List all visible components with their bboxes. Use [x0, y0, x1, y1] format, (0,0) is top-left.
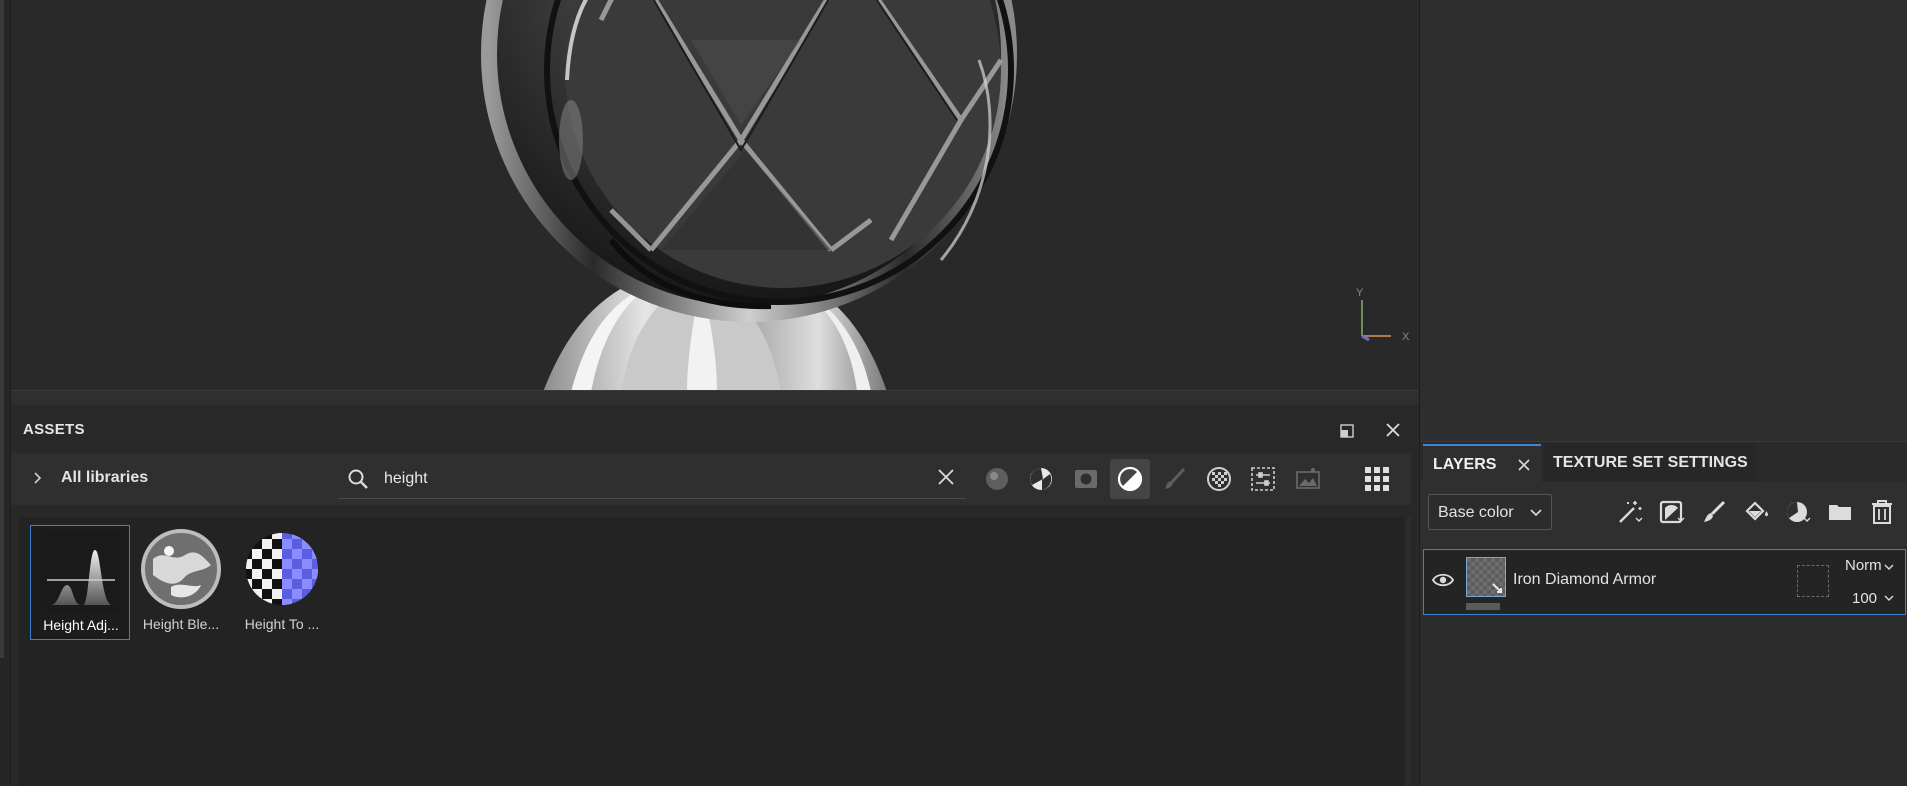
right-dock: LAYERS TEXTURE SET SETTINGS Base color I…: [1419, 0, 1907, 786]
left-edge-strip: [0, 0, 11, 786]
height-to-normal-thumbnail: [242, 529, 322, 609]
viewport-render: Y X: [481, 0, 1410, 390]
tab-layers[interactable]: LAYERS: [1423, 444, 1541, 482]
upper-dock-area: [1420, 0, 1907, 442]
materials-filter-icon[interactable]: [977, 459, 1017, 499]
chevron-down-icon[interactable]: [1884, 563, 1894, 571]
opacity-value[interactable]: 100: [1852, 590, 1877, 607]
layer-name[interactable]: Iron Diamond Armor: [1513, 571, 1656, 589]
search-box: [338, 459, 966, 499]
channel-value: Base color: [1438, 504, 1514, 521]
mask-slot[interactable]: [1797, 565, 1829, 597]
axis-y-label: Y: [1356, 287, 1364, 299]
layers-toolbar: Base color: [1420, 482, 1907, 546]
asset-tile[interactable]: Height Ble...: [131, 525, 231, 640]
add-effect-icon[interactable]: [1614, 496, 1646, 528]
search-input[interactable]: [384, 468, 884, 490]
close-tab-icon[interactable]: [1517, 458, 1531, 472]
layer-row[interactable]: Iron Diamond Armor Norm 100: [1423, 549, 1906, 615]
filters-filter-icon[interactable]: [1110, 459, 1150, 499]
chevron-down-icon: [1529, 506, 1543, 520]
height-blend-thumbnail: [141, 529, 221, 609]
axis-gizmo: Y X: [1356, 287, 1410, 343]
generators-filter-icon[interactable]: [1243, 459, 1283, 499]
tab-layers-label: LAYERS: [1433, 456, 1497, 473]
smart-materials-filter-icon[interactable]: [1021, 459, 1061, 499]
textures-filter-icon[interactable]: [1199, 459, 1239, 499]
height-adjust-thumbnail: [41, 530, 121, 610]
channel-dropdown[interactable]: Base color: [1428, 494, 1552, 530]
blend-mode-dropdown[interactable]: Norm: [1845, 557, 1882, 574]
close-icon[interactable]: [1384, 421, 1402, 439]
brushes-filter-icon[interactable]: [1155, 459, 1195, 499]
environments-filter-icon[interactable]: [1288, 459, 1328, 499]
add-smart-material-icon[interactable]: [1782, 496, 1814, 528]
assets-toolbar: All libraries: [11, 453, 1411, 505]
search-icon: [346, 467, 370, 491]
asset-tile[interactable]: Height Adj...: [30, 525, 130, 640]
assets-grid: Height Adj... Height Ble... Height To ..…: [19, 517, 1411, 786]
layer-thumbnail[interactable]: [1466, 557, 1506, 597]
eye-icon[interactable]: [1429, 566, 1457, 594]
asset-label: Height To ...: [244, 616, 320, 632]
layers-tab-bar: LAYERS TEXTURE SET SETTINGS: [1420, 442, 1907, 482]
asset-tile[interactable]: Height To ...: [232, 525, 332, 640]
add-fill-layer-icon[interactable]: [1740, 496, 1772, 528]
chevron-right-icon[interactable]: [32, 470, 44, 486]
layers-list-empty-area: [1420, 617, 1907, 786]
3d-viewport[interactable]: Y X: [11, 0, 1418, 390]
layer-mask-indicator: [1466, 603, 1500, 610]
add-folder-icon[interactable]: [1824, 496, 1856, 528]
add-mask-icon[interactable]: [1656, 496, 1688, 528]
panel-splitter[interactable]: [11, 390, 1418, 406]
assets-scrollbar[interactable]: [1405, 517, 1411, 786]
axis-x-label: X: [1402, 331, 1410, 343]
library-selector[interactable]: All libraries: [61, 469, 148, 487]
grid-view-icon[interactable]: [1362, 464, 1392, 494]
tab-texture-set-settings[interactable]: TEXTURE SET SETTINGS: [1545, 444, 1757, 482]
assets-panel-title: ASSETS: [23, 421, 85, 438]
smart-masks-filter-icon[interactable]: [1066, 459, 1106, 499]
chevron-down-icon[interactable]: [1884, 594, 1894, 602]
tab-texture-set-settings-label: TEXTURE SET SETTINGS: [1553, 454, 1748, 471]
asset-label: Height Adj...: [43, 617, 119, 633]
asset-label: Height Ble...: [142, 616, 220, 632]
delete-layer-icon[interactable]: [1866, 496, 1898, 528]
add-paint-layer-icon[interactable]: [1698, 496, 1730, 528]
undock-icon[interactable]: [1339, 423, 1355, 439]
assets-panel: ASSETS All libraries height Height Adj..…: [11, 405, 1418, 786]
clear-search-icon[interactable]: [934, 465, 958, 489]
